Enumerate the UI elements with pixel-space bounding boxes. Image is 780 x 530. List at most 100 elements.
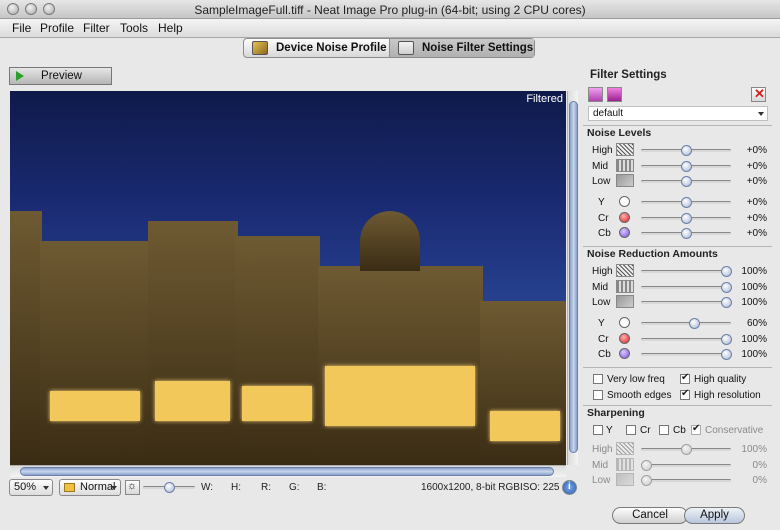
separator [583,246,772,247]
noise-levels-mid-value: +0% [746,161,767,172]
iso-readout: ISO: 225 [520,482,560,493]
preview-button[interactable]: Preview [9,67,112,85]
noise-reduction-label: Low [592,297,611,308]
filter-settings-title: Filter Settings [590,69,667,81]
filter-settings-panel: Filter Settings ✕ default Noise Levels H… [583,63,774,498]
high-resolution-checkbox[interactable] [680,388,690,400]
folder-icon [64,483,75,492]
noise-levels-cb-value: +0% [746,228,767,239]
building-left [10,211,42,465]
noise-reduction-high-slider[interactable] [641,270,731,273]
separator [583,405,772,406]
blend-mode-select[interactable]: Normal [59,479,121,496]
building-dome [360,211,420,271]
sharpen-cb-checkbox[interactable] [659,425,669,435]
cb-channel-icon [619,348,630,359]
brightness-slider-thumb[interactable] [164,482,175,493]
noise-levels-label: High [592,145,613,156]
noise-levels-y-slider-thumb[interactable] [681,197,692,208]
noise-reduction-high-value: 100% [741,266,767,277]
noise-reduction-cb-slider[interactable] [641,353,731,356]
mid-frequency-icon [616,280,634,293]
sharpening-low-value: 0% [752,475,767,486]
noise-reduction-y-slider[interactable] [641,322,731,325]
high-frequency-icon [616,442,634,455]
noise-reduction-label: High [592,266,613,277]
noise-levels-mid-slider-thumb[interactable] [681,161,692,172]
noise-reduction-cr-slider[interactable] [641,338,731,341]
menu-filter[interactable]: Filter [83,21,110,35]
vertical-scroll-thumb[interactable] [569,101,578,453]
y-channel-icon [619,317,630,328]
filtered-overlay-label: Filtered [526,93,563,105]
noise-levels-cr-value: +0% [746,213,767,224]
chevron-down-icon [758,112,764,116]
high-quality-label: High quality [694,374,747,385]
noise-levels-label: Cr [598,213,609,224]
noise-levels-label: Low [592,176,611,187]
open-preset-icon[interactable] [588,87,603,102]
conservative-checkbox[interactable] [691,423,701,435]
noise-levels-label: Y [598,197,605,208]
noise-levels-cb-slider-thumb[interactable] [681,228,692,239]
sharpen-cr-checkbox[interactable] [626,425,636,435]
sharpening-high-value: 100% [741,444,767,455]
noise-levels-low-slider-thumb[interactable] [681,176,692,187]
horizontal-scrollbar[interactable] [10,465,566,477]
lit-windows [325,366,475,426]
sharpening-high-slider-thumb[interactable] [681,444,692,455]
noise-reduction-mid-slider[interactable] [641,286,731,289]
noise-reduction-label: Mid [592,282,609,293]
mid-frequency-icon [616,159,634,172]
filter-settings-icon [398,41,414,55]
high-frequency-icon [616,264,634,277]
chevron-down-icon [111,486,117,490]
noise-profile-icon [252,41,268,55]
high-quality-checkbox[interactable] [680,372,690,384]
sharpening-low-slider-thumb[interactable] [641,475,652,486]
menu-bar: File Profile Filter Tools Help [0,19,780,38]
horizontal-scroll-thumb[interactable] [20,467,554,476]
noise-reduction-y-slider-thumb[interactable] [689,318,700,329]
menu-file[interactable]: File [12,21,31,35]
sharpen-y-checkbox[interactable] [593,425,603,435]
very-low-freq-label: Very low freq [607,374,665,385]
mode-tab-bar: Device Noise Profile Noise Filter Settin… [243,38,535,58]
noise-levels-cr-slider-thumb[interactable] [681,213,692,224]
building-2 [148,221,238,465]
save-preset-icon[interactable] [607,87,622,102]
apply-button[interactable]: Apply [684,507,745,524]
noise-reduction-title: Noise Reduction Amounts [587,248,718,260]
tab-device-noise-profile[interactable]: Device Noise Profile [244,39,389,57]
separator [583,125,772,126]
noise-reduction-mid-value: 100% [741,282,767,293]
sharpening-label: Mid [592,460,609,471]
high-frequency-icon [616,143,634,156]
close-icon: ✕ [754,86,765,101]
noise-reduction-low-slider[interactable] [641,301,731,304]
y-channel-icon [619,196,630,207]
info-icon[interactable]: i [562,480,577,495]
menu-profile[interactable]: Profile [40,21,74,35]
vertical-scrollbar[interactable] [567,91,578,465]
tab-noise-filter-settings[interactable]: Noise Filter Settings [389,39,534,57]
brightness-button[interactable]: ☼ [125,480,140,495]
image-preview[interactable]: Filtered [10,91,566,465]
preset-select[interactable]: default [588,106,768,121]
delete-preset-button[interactable]: ✕ [751,86,766,102]
smooth-edges-checkbox[interactable] [593,390,603,400]
sharpening-mid-slider[interactable] [641,464,731,467]
sharpening-low-slider[interactable] [641,479,731,482]
lit-windows [490,411,560,441]
zoom-select[interactable]: 50% [9,479,53,496]
sharpen-y-label: Y [606,425,613,436]
menu-tools[interactable]: Tools [120,21,148,35]
cr-channel-icon [619,212,630,223]
sharpening-mid-slider-thumb[interactable] [641,460,652,471]
height-readout: H: [231,482,241,493]
cancel-button[interactable]: Cancel [612,507,688,524]
menu-help[interactable]: Help [158,21,183,35]
noise-levels-low-value: +0% [746,176,767,187]
noise-levels-high-slider-thumb[interactable] [681,145,692,156]
very-low-freq-checkbox[interactable] [593,374,603,384]
